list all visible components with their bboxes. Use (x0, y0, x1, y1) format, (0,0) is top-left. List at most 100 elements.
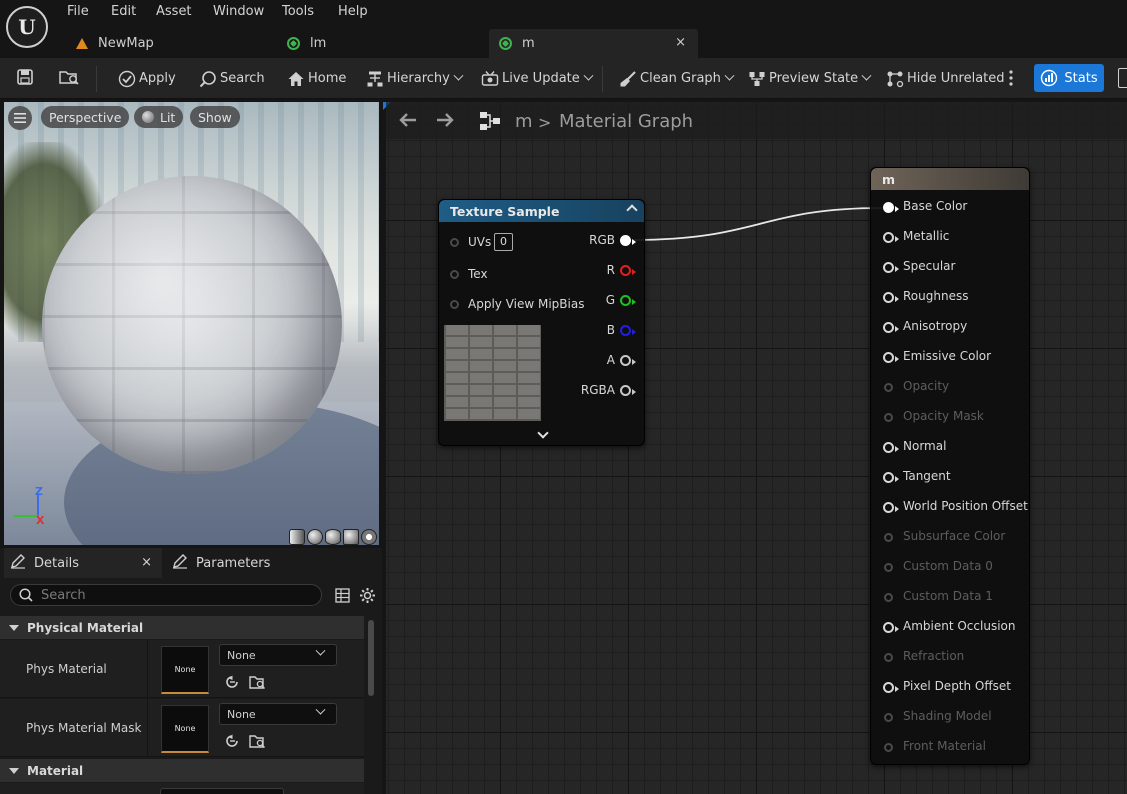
hierarchy-button[interactable]: Hierarchy (366, 67, 464, 89)
details-scrollbar[interactable] (368, 620, 374, 696)
node-title-bar[interactable]: Texture Sample (439, 200, 644, 222)
lit-button[interactable]: Lit (134, 106, 184, 128)
collapse-node-icon[interactable] (626, 204, 638, 216)
cylinder-preview-icon[interactable] (289, 529, 305, 545)
home-button[interactable]: Home (287, 67, 346, 89)
details-search-input[interactable]: Search (10, 584, 322, 606)
node-title-bar[interactable]: m (871, 168, 1029, 190)
reset-to-default-icon[interactable] (224, 674, 240, 690)
breadcrumb-root[interactable]: m (515, 111, 533, 132)
sphere-preview-icon[interactable] (307, 529, 323, 545)
unreal-logo-icon[interactable]: U (6, 6, 48, 48)
pin-arrow-icon (895, 296, 899, 302)
material-input-pin[interactable] (884, 743, 893, 752)
rgb-output-pin[interactable] (620, 235, 631, 246)
material-input-pin[interactable] (884, 533, 893, 542)
menu-file[interactable]: File (67, 4, 89, 19)
table-view-icon[interactable] (335, 588, 350, 607)
material-input-label: Opacity Mask (903, 409, 984, 423)
tab-m[interactable]: m × (489, 29, 698, 58)
preview-state-button[interactable]: Preview State (748, 67, 872, 89)
gear-icon[interactable] (359, 587, 376, 608)
cut-off-combo[interactable] (160, 788, 284, 794)
material-input-pin[interactable] (884, 593, 893, 602)
chevron-down-icon[interactable] (537, 427, 549, 439)
uvs-input-pin[interactable] (450, 238, 459, 247)
menu-edit[interactable]: Edit (111, 4, 136, 19)
hide-unrelated-button[interactable]: Hide Unrelated (886, 67, 1005, 89)
node-title: Texture Sample (450, 203, 560, 219)
menu-window[interactable]: Window (213, 4, 264, 19)
viewport-menu-icon[interactable] (8, 106, 32, 130)
phys-material-mask-combo[interactable]: None (219, 703, 337, 725)
asset-thumbnail[interactable]: None (161, 646, 209, 694)
material-input-pin[interactable] (884, 713, 893, 722)
tab-lm[interactable]: lm (278, 29, 478, 58)
close-icon[interactable]: × (141, 555, 152, 570)
tab-details[interactable]: Details × (4, 548, 162, 578)
material-input-pin[interactable] (883, 292, 894, 303)
material-input-pin[interactable] (884, 383, 893, 392)
plane-preview-icon[interactable] (325, 529, 341, 545)
g-output-pin[interactable] (620, 295, 631, 306)
menu-tools[interactable]: Tools (282, 4, 314, 19)
a-output-pin[interactable] (620, 355, 631, 366)
material-input-pin[interactable] (883, 262, 894, 273)
texture-sample-node[interactable]: Texture Sample UVs 0 Tex Apply View MipB… (438, 199, 645, 446)
browse-asset-icon[interactable] (249, 674, 266, 690)
tex-input-pin[interactable] (450, 270, 459, 279)
material-result-node[interactable]: m Base Color Metallic Specular Roughness Ani… (870, 167, 1030, 765)
panel-toggle-icon[interactable] (1118, 68, 1127, 88)
save-icon[interactable] (16, 68, 34, 86)
breadcrumb-current: Material Graph (559, 111, 694, 132)
perspective-button[interactable]: Perspective (41, 106, 130, 128)
material-input-pin[interactable] (884, 413, 893, 422)
mipbias-input-pin[interactable] (450, 300, 459, 309)
apply-label: Apply (139, 70, 176, 86)
material-input-pin[interactable] (883, 472, 894, 483)
material-input-pin[interactable] (883, 202, 894, 213)
close-tab-icon[interactable]: × (675, 35, 686, 50)
material-input-pin[interactable] (883, 682, 894, 693)
r-output-pin[interactable] (620, 265, 631, 276)
tab-newmap[interactable]: NewMap (66, 29, 266, 58)
asset-thumbnail[interactable]: None (161, 705, 209, 753)
menu-help[interactable]: Help (338, 4, 368, 19)
show-button[interactable]: Show (190, 106, 240, 128)
menu-asset[interactable]: Asset (156, 4, 192, 19)
stats-button[interactable]: Stats (1034, 64, 1104, 92)
material-input-pin[interactable] (883, 622, 894, 633)
a-output-label: A (606, 353, 615, 367)
material-input-pin[interactable] (883, 232, 894, 243)
uvs-value-input[interactable]: 0 (494, 233, 513, 251)
back-arrow-icon[interactable] (398, 111, 418, 133)
pin-arrow-icon (895, 506, 899, 512)
browse-asset-icon[interactable] (249, 733, 266, 749)
category-physical-material[interactable]: Physical Material (0, 616, 364, 639)
browse-icon[interactable] (58, 68, 80, 86)
forward-arrow-icon[interactable] (435, 111, 455, 133)
material-input-label: Tangent (903, 469, 951, 483)
graph-icon (479, 110, 501, 136)
preview-viewport[interactable]: Perspective Lit Show Z X (4, 102, 379, 545)
teapot-preview-icon[interactable] (361, 529, 377, 545)
live-update-button[interactable]: Live Update (481, 67, 594, 89)
tab-parameters[interactable]: Parameters (166, 548, 316, 578)
material-input-pin[interactable] (883, 442, 894, 453)
property-label: Phys Material Mask (26, 721, 142, 735)
more-options-icon[interactable] (1008, 69, 1014, 87)
phys-material-combo[interactable]: None (219, 644, 337, 666)
material-input-pin[interactable] (883, 352, 894, 363)
material-input-pin[interactable] (883, 502, 894, 513)
cube-preview-icon[interactable] (343, 529, 359, 545)
rgba-output-pin[interactable] (620, 385, 631, 396)
search-button[interactable]: Search (199, 67, 265, 89)
clean-graph-button[interactable]: Clean Graph (619, 67, 735, 89)
reset-to-default-icon[interactable] (224, 733, 240, 749)
b-output-pin[interactable] (620, 325, 631, 336)
apply-button[interactable]: Apply (118, 67, 176, 89)
category-material[interactable]: Material (0, 759, 364, 782)
material-input-pin[interactable] (883, 322, 894, 333)
material-input-pin[interactable] (884, 653, 893, 662)
material-input-pin[interactable] (884, 563, 893, 572)
